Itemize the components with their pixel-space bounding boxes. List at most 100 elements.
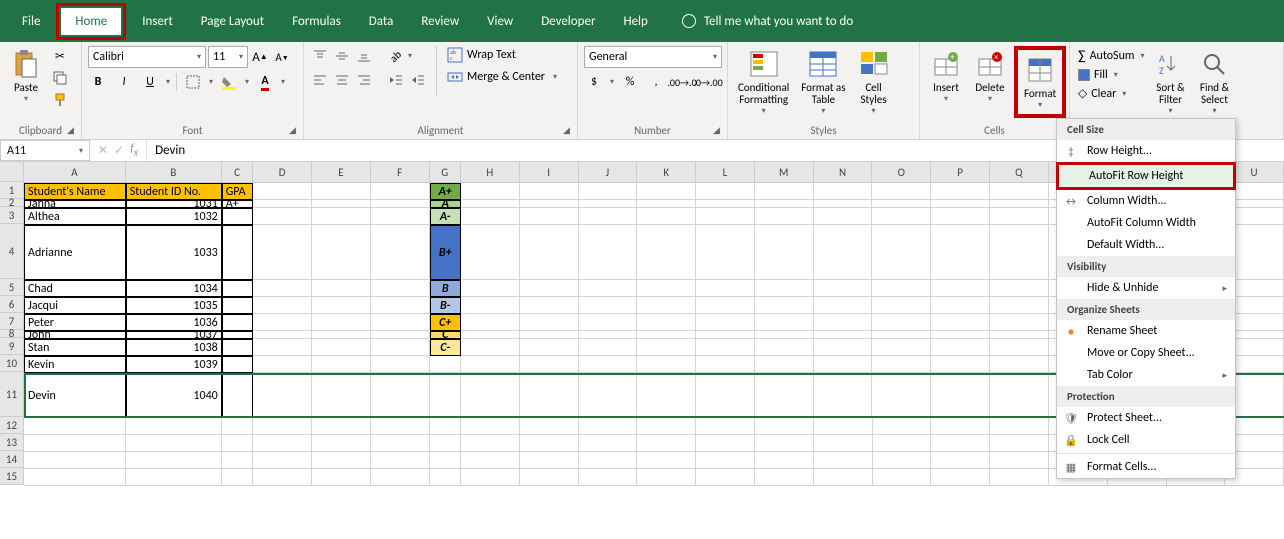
cell[interactable]: [814, 469, 873, 486]
cell[interactable]: [371, 356, 430, 373]
cell[interactable]: [222, 373, 253, 418]
cell[interactable]: [579, 297, 638, 314]
column-header[interactable]: F: [371, 162, 430, 182]
column-header[interactable]: N: [814, 162, 873, 182]
cell[interactable]: [430, 435, 461, 452]
cell[interactable]: [931, 356, 990, 373]
cell[interactable]: [461, 297, 520, 314]
cell[interactable]: [755, 280, 814, 297]
tab-review[interactable]: Review: [407, 8, 473, 35]
cell[interactable]: [222, 469, 253, 486]
cell[interactable]: [872, 280, 931, 297]
decrease-font-button[interactable]: A▼: [272, 47, 292, 67]
cell[interactable]: [520, 280, 579, 297]
row-header[interactable]: 4: [0, 224, 23, 279]
cell[interactable]: [872, 331, 931, 339]
font-color-button[interactable]: A: [255, 72, 275, 92]
name-box[interactable]: A11 ▾: [0, 140, 90, 161]
cell[interactable]: [696, 331, 755, 339]
column-header[interactable]: C: [222, 162, 253, 182]
autosum-button[interactable]: ∑AutoSum▾: [1076, 46, 1146, 65]
cell[interactable]: [931, 280, 990, 297]
cell[interactable]: [696, 418, 755, 435]
cell[interactable]: [461, 452, 520, 469]
cell[interactable]: [931, 297, 990, 314]
cell[interactable]: [814, 373, 873, 418]
cell[interactable]: [814, 297, 873, 314]
cell[interactable]: [814, 314, 873, 331]
cell[interactable]: [520, 435, 579, 452]
cell[interactable]: [520, 314, 579, 331]
cell[interactable]: Althea: [24, 208, 126, 225]
number-format-dropdown[interactable]: General▾: [584, 46, 722, 68]
paste-button[interactable]: Paste ▾: [6, 46, 46, 106]
cell[interactable]: [814, 356, 873, 373]
tab-insert[interactable]: Insert: [128, 8, 187, 35]
cell[interactable]: [814, 435, 873, 452]
menu-hide-unhide[interactable]: Hide & Unhide ▸: [1057, 277, 1235, 299]
cell[interactable]: [126, 452, 222, 469]
tab-view[interactable]: View: [473, 8, 527, 35]
cell[interactable]: [814, 339, 873, 356]
find-select-button[interactable]: Find & Select ▾: [1194, 46, 1234, 118]
cell[interactable]: [579, 280, 638, 297]
row-header[interactable]: 14: [0, 451, 23, 468]
cell[interactable]: [461, 200, 520, 208]
increase-indent-button[interactable]: [408, 70, 428, 90]
menu-rename-sheet[interactable]: ● Rename Sheet: [1057, 320, 1235, 342]
cell[interactable]: C-: [430, 339, 461, 356]
cell[interactable]: [520, 418, 579, 435]
cell[interactable]: [579, 418, 638, 435]
cell[interactable]: [931, 331, 990, 339]
cell[interactable]: [872, 200, 931, 208]
cell[interactable]: 1039: [126, 356, 222, 373]
cell[interactable]: [371, 452, 430, 469]
cell[interactable]: [253, 418, 312, 435]
cell[interactable]: [253, 373, 312, 418]
cell[interactable]: [637, 435, 696, 452]
cell[interactable]: [253, 183, 312, 200]
insert-function-button[interactable]: fx: [130, 142, 138, 158]
cell[interactable]: [873, 435, 932, 452]
cell[interactable]: [24, 452, 126, 469]
cell[interactable]: [637, 373, 696, 418]
cell[interactable]: [520, 183, 579, 200]
cell[interactable]: [222, 280, 253, 297]
font-name-dropdown[interactable]: Calibri▾: [88, 46, 206, 68]
cell[interactable]: [312, 208, 371, 225]
cell[interactable]: [312, 452, 371, 469]
cell[interactable]: [520, 208, 579, 225]
cell[interactable]: [520, 469, 579, 486]
cell[interactable]: [461, 183, 520, 200]
cell[interactable]: [990, 339, 1049, 356]
clipboard-dialog-launcher[interactable]: ◢: [67, 125, 79, 137]
cell[interactable]: [312, 183, 371, 200]
cell[interactable]: 1038: [126, 339, 222, 356]
cell[interactable]: [371, 200, 430, 208]
cell[interactable]: [814, 208, 873, 225]
cell[interactable]: [696, 225, 755, 280]
column-header[interactable]: A: [24, 162, 126, 182]
cell[interactable]: [637, 280, 696, 297]
cell[interactable]: 1031: [126, 200, 222, 208]
cell[interactable]: [696, 314, 755, 331]
cell[interactable]: [312, 356, 371, 373]
align-center-button[interactable]: [332, 70, 352, 90]
cell[interactable]: [637, 418, 696, 435]
cell[interactable]: [371, 435, 430, 452]
cell[interactable]: [371, 339, 430, 356]
cell[interactable]: [24, 469, 126, 486]
cell[interactable]: 1037: [126, 331, 222, 339]
tab-file[interactable]: File: [8, 8, 54, 35]
cell[interactable]: [990, 452, 1049, 469]
cell[interactable]: [931, 452, 990, 469]
cell[interactable]: [253, 339, 312, 356]
cell[interactable]: Janna: [24, 200, 126, 208]
cell[interactable]: Chad: [24, 280, 126, 297]
cell[interactable]: [24, 418, 126, 435]
cell[interactable]: B+: [430, 225, 461, 280]
font-dialog-launcher[interactable]: ◢: [289, 125, 301, 137]
cell[interactable]: [253, 225, 312, 280]
cell[interactable]: GPA: [222, 183, 253, 200]
cell[interactable]: [520, 331, 579, 339]
